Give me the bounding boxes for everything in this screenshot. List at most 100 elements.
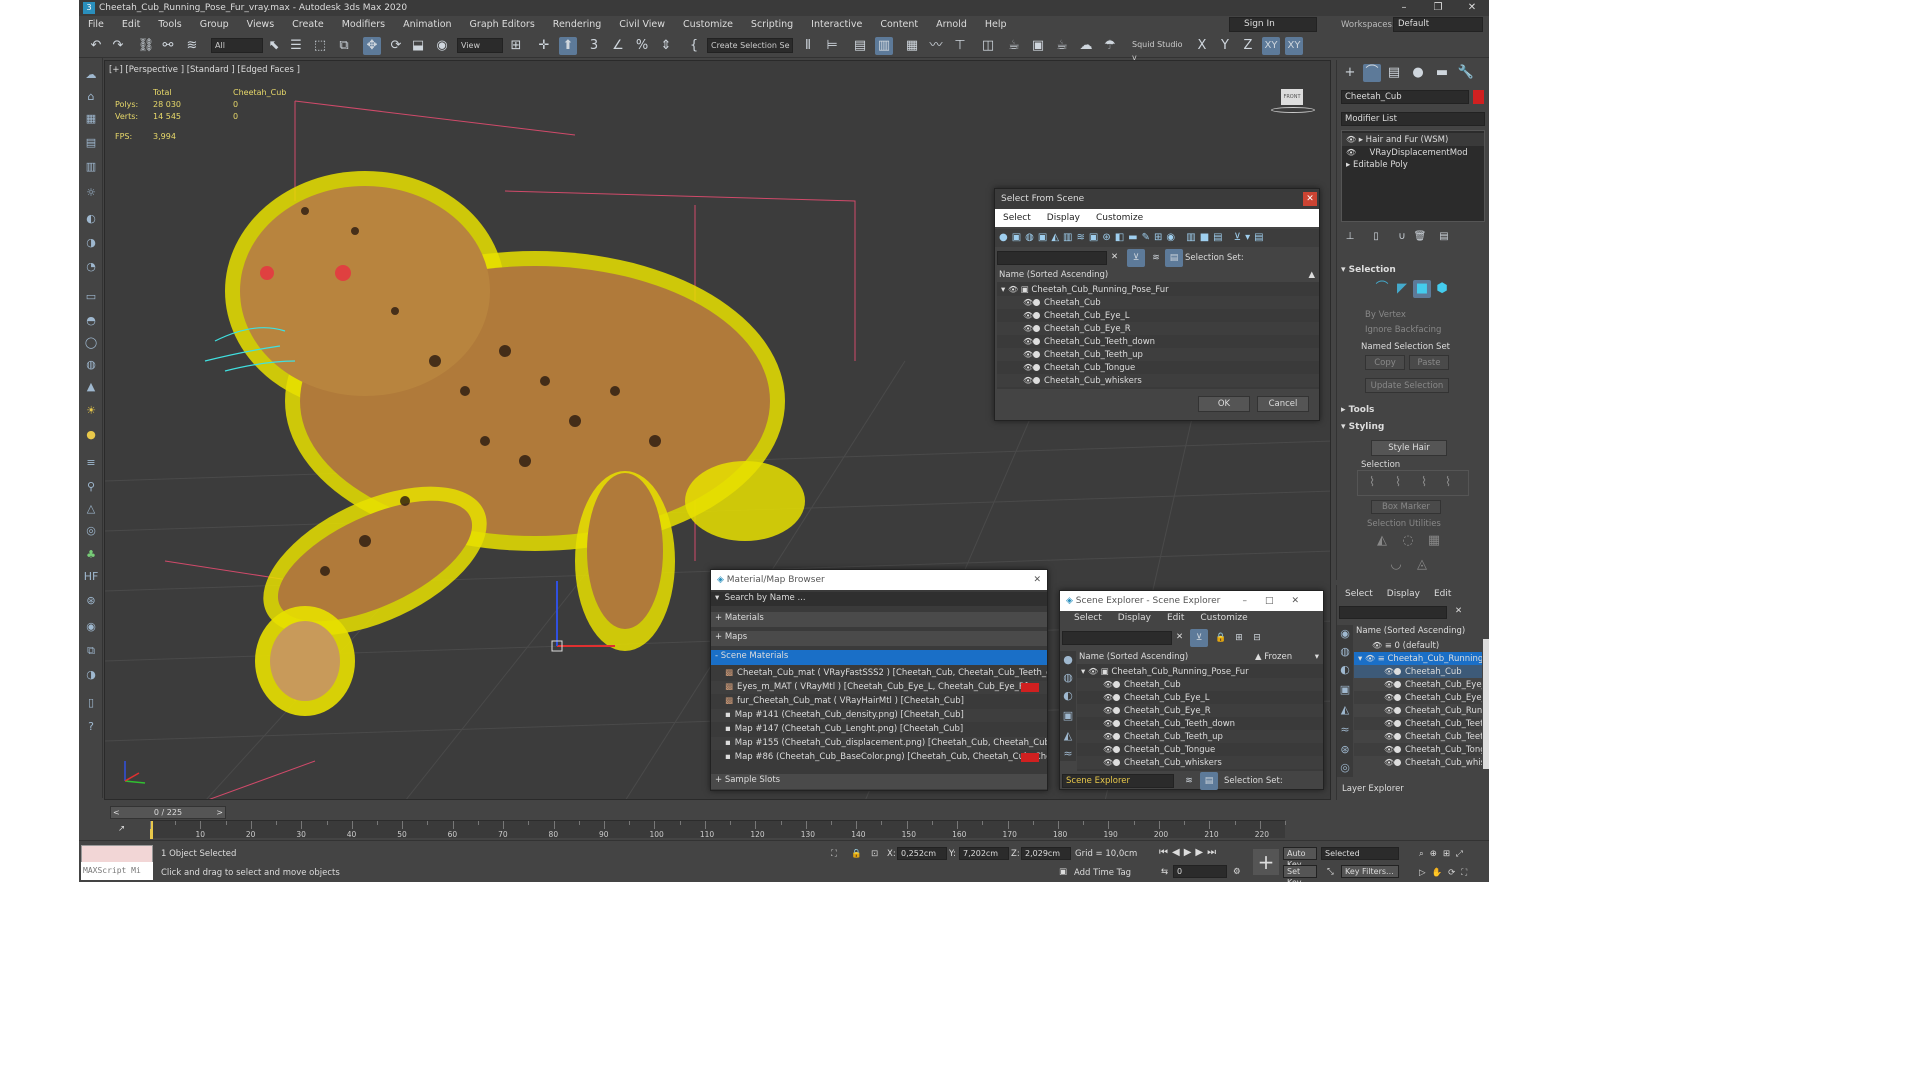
se-lock-icon[interactable]: 🔒: [1212, 629, 1230, 647]
x-coordinate-field[interactable]: 0,252cm: [897, 847, 947, 860]
maxscript-mini-field[interactable]: MAXScript Mi: [81, 862, 153, 880]
map-item[interactable]: ▪ Map #86 (Cheetah_Cub_BaseColor.png) [Ch…: [711, 751, 1047, 764]
make-unique-icon[interactable]: ∪: [1393, 228, 1411, 246]
select-whole-guide-icon[interactable]: ⌇: [1389, 474, 1407, 492]
render-cloud-icon[interactable]: [1103, 37, 1121, 55]
update-selection-button[interactable]: Update Selection: [1365, 378, 1449, 393]
menu-edit[interactable]: Edit: [113, 16, 149, 34]
viewcube-face[interactable]: FRONT: [1281, 89, 1303, 105]
layer-item[interactable]: 👁 Cheetah_Cub_whisk: [1354, 756, 1482, 768]
y-coordinate-field[interactable]: 7,202cm: [959, 847, 1009, 860]
sfs-root-item[interactable]: ▾ 👁 ▣ Cheetah_Cub_Running_Pose_Fur: [997, 283, 1319, 296]
particles-icon[interactable]: ≡: [82, 454, 100, 472]
key-set-dropdown[interactable]: Selected: [1321, 847, 1399, 860]
hemisphere-icon[interactable]: ◓: [82, 312, 100, 330]
modify-icon[interactable]: ⌂: [82, 88, 100, 106]
axis-xy-button[interactable]: XY: [1262, 37, 1280, 55]
timeline-track[interactable]: 10 20 30 40 50 60 70 80 90 100 110 120 130 140 150 160 1…: [150, 820, 1286, 839]
styling-rollout[interactable]: ▾ Styling: [1341, 422, 1384, 432]
se-item[interactable]: 👁 Cheetah_Cub_whiskers: [1077, 756, 1323, 769]
modifier-stack[interactable]: 👁 ▸ Hair and Fur (WSM) 👁 VRayDisplacemen…: [1341, 130, 1485, 222]
menu-graph-editors[interactable]: Graph Editors: [461, 16, 544, 34]
object-name-field[interactable]: Cheetah_Cub: [1341, 90, 1469, 104]
style-hair-button[interactable]: Style Hair: [1371, 440, 1447, 456]
guides-icon[interactable]: ⌒: [1373, 280, 1391, 298]
layer-explorer-icon[interactable]: ▥: [875, 37, 893, 55]
pivot-center-icon[interactable]: ⊞: [507, 37, 525, 55]
remove-modifier-icon[interactable]: 🗑: [1411, 228, 1429, 246]
viewport-nav-top[interactable]: ⌕⊕⊞⤢: [1419, 849, 1469, 859]
layer-item[interactable]: 👁 Cheetah_Cub_Eye_: [1354, 691, 1482, 704]
cone-icon[interactable]: ▲: [82, 378, 100, 396]
layer-item[interactable]: 👁 Cheetah_Cub_Tong: [1354, 743, 1482, 756]
layer-item[interactable]: 👁 Cheetah_Cub: [1354, 665, 1482, 678]
set-key-icon[interactable]: +: [1253, 849, 1279, 875]
link-icon[interactable]: ⛓: [137, 37, 155, 55]
minimize-button[interactable]: –: [1387, 0, 1421, 16]
sfs-filter-icon[interactable]: ⊻: [1127, 249, 1145, 267]
layer-camera-icon[interactable]: ◭: [1336, 701, 1354, 719]
unlink-icon[interactable]: ⚯: [159, 37, 177, 55]
layer-default[interactable]: 👁 ≡ 0 (default): [1354, 639, 1482, 652]
key-tangent-icon[interactable]: ⤡: [1327, 867, 1334, 877]
terrain-icon[interactable]: △: [82, 500, 100, 518]
sfs-menu-select[interactable]: Select: [995, 213, 1039, 223]
snap-3d-icon[interactable]: 3: [585, 37, 603, 55]
sfs-menu-customize[interactable]: Customize: [1088, 213, 1151, 223]
ignore-backfacing-checkbox[interactable]: Ignore Backfacing: [1365, 325, 1441, 335]
create-icon[interactable]: ☁: [82, 66, 100, 84]
layer-menu-edit[interactable]: Edit: [1434, 589, 1451, 599]
cylinder-icon[interactable]: ◍: [82, 356, 100, 374]
selection-lock-icon[interactable]: 🔒: [851, 849, 862, 859]
by-vertex-checkbox[interactable]: By Vertex: [1365, 310, 1406, 320]
menu-animation[interactable]: Animation: [394, 16, 460, 34]
curve-toggle-icon[interactable]: ↗: [118, 824, 125, 834]
layer-item[interactable]: 👁 Cheetah_Cub_Teet: [1354, 730, 1482, 743]
z-coordinate-field[interactable]: 2,029cm: [1021, 847, 1071, 860]
globe-icon[interactable]: ◎: [82, 522, 100, 540]
se-shape-icon[interactable]: ◍: [1059, 669, 1077, 687]
se-filter-icon[interactable]: ⊻: [1190, 629, 1208, 647]
menu-tools[interactable]: Tools: [149, 16, 190, 34]
align-icon[interactable]: ⊨: [823, 37, 841, 55]
menu-interactive[interactable]: Interactive: [802, 16, 871, 34]
utilities-icon[interactable]: ☼: [82, 184, 100, 202]
se-helper-icon[interactable]: ◭: [1059, 727, 1077, 745]
utilities-tab-icon[interactable]: 🔧: [1457, 64, 1475, 82]
expand-selection-icon[interactable]: ▦: [1425, 532, 1443, 550]
viewport-label[interactable]: [+] [Perspective ] [Standard ] [Edged Fa…: [109, 65, 300, 75]
layer-item[interactable]: 👁 Cheetah_Cub_Teet: [1354, 717, 1482, 730]
menu-file[interactable]: File: [79, 16, 113, 34]
select-dialog-close-icon[interactable]: ✕: [1303, 192, 1317, 206]
se-menu-edit[interactable]: Edit: [1167, 613, 1184, 623]
material-browser-titlebar[interactable]: ◈ Material/Map Browser ✕: [711, 570, 1047, 590]
se-hierarchy-icon[interactable]: ⊞: [1230, 629, 1248, 647]
copy-button[interactable]: Copy: [1365, 355, 1405, 370]
plant-icon[interactable]: ♣: [82, 546, 100, 564]
material-item[interactable]: ▩ Eyes_m_MAT ( VRayMtl ) [Cheetah_Cub_Eye…: [711, 681, 1047, 694]
se-spacewarp-icon[interactable]: ≈: [1059, 745, 1077, 763]
motion-icon[interactable]: ▤: [82, 134, 100, 152]
sfs-item[interactable]: 👁 Cheetah_Cub_Teeth_down: [997, 335, 1319, 348]
layer-shape-icon[interactable]: ◐: [1336, 661, 1354, 679]
spinner-snap-icon[interactable]: ⇕: [657, 37, 675, 55]
maximize-button[interactable]: ❐: [1421, 0, 1455, 16]
layers-icon[interactable]: ⧉: [82, 642, 100, 660]
polygon-icon[interactable]: ■: [1413, 280, 1431, 298]
render-setup-icon[interactable]: ☕: [1005, 37, 1023, 55]
invert-selection-icon[interactable]: ◭: [1373, 532, 1391, 550]
material-browser-close-icon[interactable]: ✕: [1033, 570, 1041, 590]
select-object-icon[interactable]: ⬉: [265, 37, 283, 55]
show-hidden-icon[interactable]: ◬: [1413, 556, 1431, 574]
select-rotate-icon[interactable]: ⟳: [387, 37, 405, 55]
show-end-result-icon[interactable]: ▯: [1367, 228, 1385, 246]
curve-editor-icon[interactable]: 〰: [927, 37, 945, 55]
viewcube[interactable]: FRONT: [1271, 85, 1315, 115]
se-light-icon[interactable]: ◐: [1059, 687, 1077, 705]
schematic-view-icon[interactable]: ⊤: [951, 37, 969, 55]
se-geometry-icon[interactable]: ●: [1059, 651, 1077, 669]
layer-explorer-dropdown[interactable]: Layer Explorer: [1339, 783, 1447, 797]
manipulate-icon[interactable]: ✛: [535, 37, 553, 55]
percent-snap-icon[interactable]: %: [633, 37, 651, 55]
eye-icon[interactable]: 👁: [1346, 133, 1356, 146]
